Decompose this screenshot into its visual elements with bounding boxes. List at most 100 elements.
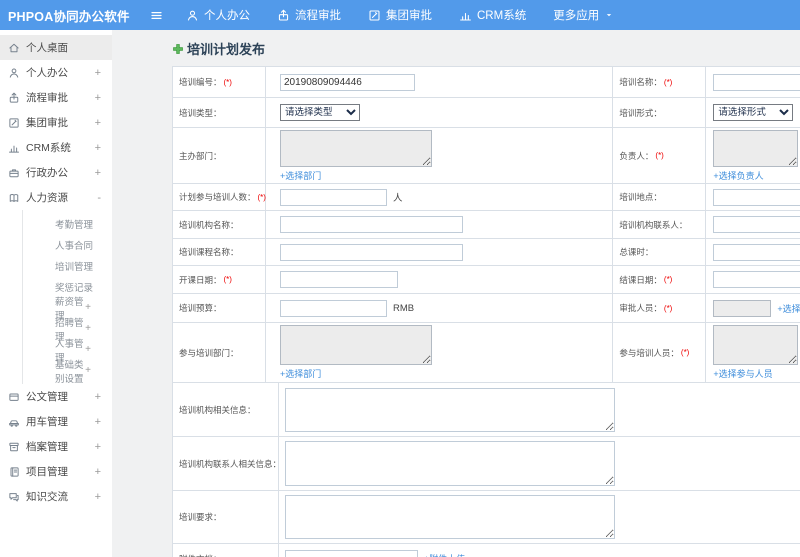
expander-toggle[interactable]: + xyxy=(95,117,101,129)
approver-select-link[interactable]: +选择审批人员 xyxy=(777,302,800,315)
budget-label: 培训预算： xyxy=(173,294,266,322)
participating-departments-textarea[interactable] xyxy=(280,325,432,365)
flow-icon xyxy=(277,9,290,22)
training-requirements-textarea[interactable] xyxy=(285,495,615,539)
course-name-input[interactable] xyxy=(280,243,463,261)
required-marker: (*) xyxy=(663,275,673,284)
expander-toggle[interactable]: - xyxy=(97,192,101,204)
sidebar-item-5[interactable]: 行政办公 + xyxy=(0,160,112,185)
sidebar-item-label: 集团审批 xyxy=(26,117,68,129)
participants-select-link[interactable]: +选择参与人员 xyxy=(713,367,772,380)
sidebar-subitem-0[interactable]: 考勤管理 xyxy=(23,213,112,234)
expander-toggle[interactable]: + xyxy=(95,67,101,79)
sidebar-subitem-7[interactable]: 基础类别设置 + xyxy=(23,360,112,385)
end-date-input[interactable] xyxy=(713,271,800,288)
participating-departments-select-link[interactable]: +选择部门 xyxy=(280,367,321,380)
training-type-select[interactable]: 请选择类型 xyxy=(280,104,360,121)
end-date-label: 结课日期： (*) xyxy=(613,266,707,293)
sidebar-subitem-label: 基础类别设置 xyxy=(55,359,84,385)
sidebar-item-0[interactable]: 个人桌面 xyxy=(0,35,112,60)
top-nav-item-0[interactable]: 个人办公 xyxy=(186,7,250,23)
sidebar-item-3[interactable]: 集团审批 + xyxy=(0,110,112,135)
host-department-select-link[interactable]: +选择部门 xyxy=(280,169,321,182)
top-nav-item-1[interactable]: 流程审批 xyxy=(277,7,341,23)
expander-toggle[interactable]: + xyxy=(95,441,101,453)
course-name-field xyxy=(266,239,612,265)
expander-toggle[interactable]: + xyxy=(95,466,101,478)
top-nav-item-3[interactable]: CRM系统 xyxy=(459,7,526,23)
org-info-textarea[interactable] xyxy=(285,387,615,432)
sidebar-item-9[interactable]: 档案管理 + xyxy=(0,434,112,459)
org-info-label: 培训机构相关信息： xyxy=(173,383,279,436)
expander-toggle[interactable]: + xyxy=(85,344,91,355)
leader-select-link[interactable]: +选择负责人 xyxy=(713,169,763,182)
sidebar-item-label: 行政办公 xyxy=(26,167,68,179)
training-name-input[interactable] xyxy=(713,73,800,91)
training-name-field xyxy=(706,67,800,97)
leader-field: +选择负责人 xyxy=(706,128,800,183)
training-form-select[interactable]: 请选择形式 xyxy=(713,104,794,121)
sidebar-item-6[interactable]: 人力资源 - xyxy=(0,185,112,210)
training-no-field xyxy=(266,67,612,97)
sidebar-subitem-1[interactable]: 人事合同 xyxy=(23,234,112,255)
expander-toggle[interactable]: + xyxy=(85,323,91,334)
end-date-field xyxy=(706,266,800,293)
training-no-label: 培训编号： (*) xyxy=(173,67,266,97)
expander-toggle[interactable]: + xyxy=(95,491,101,503)
training-requirements-label: 培训要求： xyxy=(173,491,279,543)
top-nav-item-4[interactable]: 更多应用 xyxy=(553,7,614,23)
expander-toggle[interactable]: + xyxy=(95,416,101,428)
edit-icon xyxy=(8,117,20,129)
page-title: 培训计划发布 xyxy=(172,39,265,58)
start-date-input[interactable] xyxy=(280,271,398,288)
top-nav-item-2[interactable]: 集团审批 xyxy=(368,7,432,23)
form-row-approver: 审批人员：(*) +选择审批人员 xyxy=(613,294,800,323)
form-row-total-hours: 总课时： xyxy=(613,239,800,266)
expander-toggle[interactable]: + xyxy=(85,365,91,376)
sidebar-item-11[interactable]: 知识交流 + xyxy=(0,484,112,509)
sidebar-subitem-2[interactable]: 培训管理 xyxy=(23,255,112,276)
sidebar-item-7[interactable]: 公文管理 + xyxy=(0,384,112,409)
host-department-label: 主办部门： xyxy=(173,128,266,183)
sidebar-item-2[interactable]: 流程审批 + xyxy=(0,85,112,110)
sidebar-item-8[interactable]: 用车管理 + xyxy=(0,409,112,434)
host-department-textarea[interactable] xyxy=(280,129,432,167)
expander-toggle[interactable]: + xyxy=(95,92,101,104)
leader-label: 负责人： (*) xyxy=(613,128,707,183)
archive-icon xyxy=(8,441,20,453)
expander-toggle[interactable]: + xyxy=(85,302,91,313)
budget-field: RMB xyxy=(266,294,612,322)
sidebar-item-4[interactable]: CRM系统 + xyxy=(0,135,112,160)
org-name-input[interactable] xyxy=(280,216,463,233)
org-contact-info-textarea[interactable] xyxy=(285,441,615,486)
org-contact-field xyxy=(706,211,800,238)
host-department-field: +选择部门 xyxy=(266,128,612,183)
form-row-participants: 参与培训人员： (*) +选择参与人员 xyxy=(613,323,800,383)
course-name-label: 培训课程名称： xyxy=(173,239,266,265)
user-icon xyxy=(186,9,199,22)
sidebar-item-1[interactable]: 个人办公 + xyxy=(0,60,112,85)
training-no-input[interactable] xyxy=(280,73,415,91)
org-contact-input[interactable] xyxy=(713,216,800,233)
expander-toggle[interactable]: + xyxy=(95,391,101,403)
participants-textarea[interactable] xyxy=(713,325,799,365)
sidebar-item-10[interactable]: 项目管理 + xyxy=(0,459,112,484)
top-nav-label: 个人办公 xyxy=(204,10,250,22)
leader-textarea[interactable] xyxy=(713,129,799,167)
chat-icon xyxy=(8,491,20,503)
attachment-input[interactable] xyxy=(285,550,418,557)
form-row-participating-departments: 参与培训部门： +选择部门 xyxy=(173,323,613,383)
budget-input[interactable] xyxy=(280,299,387,317)
form-row-org-info: 培训机构相关信息： xyxy=(173,383,800,437)
location-input[interactable] xyxy=(713,188,800,206)
form-row-org-name: 培训机构名称： xyxy=(173,211,613,239)
planned-participants-input[interactable] xyxy=(280,188,387,206)
expander-toggle[interactable]: + xyxy=(95,142,101,154)
attachment-select-link[interactable]: +附件上传 xyxy=(424,552,465,557)
form-row-leader: 负责人： (*) +选择负责人 xyxy=(613,128,800,184)
expander-toggle[interactable]: + xyxy=(95,167,101,179)
approver-input[interactable] xyxy=(713,299,772,317)
total-hours-input[interactable] xyxy=(713,243,800,261)
menu-icon[interactable] xyxy=(150,7,166,23)
doc-icon xyxy=(8,391,20,403)
